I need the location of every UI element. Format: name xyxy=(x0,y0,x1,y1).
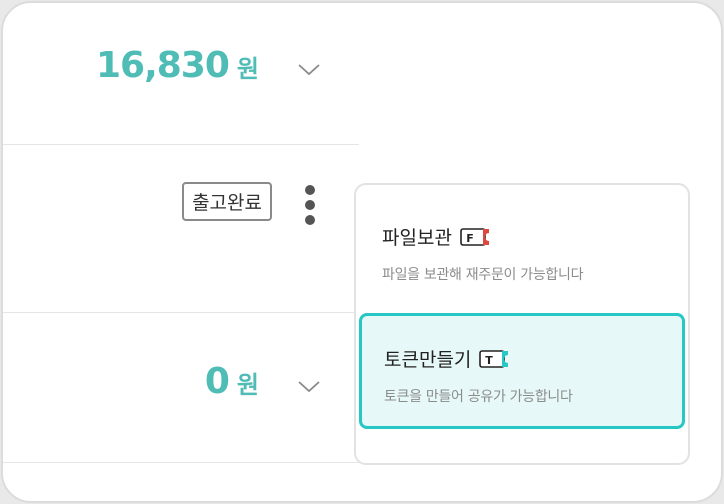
options-dropdown-menu: 파일보관 F 파일을 보관해 재주문이 가능합니다 토큰만들기 T 토큰을 만들… xyxy=(354,183,690,465)
menu-item-create-token[interactable]: 토큰만들기 T 토큰을 만들어 공유가 가능합니다 xyxy=(359,313,685,429)
menu-item-file-storage[interactable]: 파일보관 F 파일을 보관해 재주문이 가능합니다 xyxy=(356,185,688,311)
status-badge: 출고완료 xyxy=(182,182,272,221)
svg-text:F: F xyxy=(466,232,474,245)
price-display: 16,830 원 xyxy=(96,45,259,86)
menu-item-title: 토큰만들기 xyxy=(384,349,472,371)
menu-item-description: 토큰을 만들어 공유가 가능합니다 xyxy=(384,389,573,405)
price-amount: 16,830 xyxy=(95,45,230,86)
chevron-down-icon[interactable] xyxy=(297,380,321,394)
price-unit: 원 xyxy=(236,371,259,399)
more-options-icon[interactable] xyxy=(303,185,317,227)
file-ticket-icon: F xyxy=(460,227,489,246)
svg-text:T: T xyxy=(486,354,494,367)
menu-item-description: 파일을 보관해 재주문이 가능합니다 xyxy=(382,267,584,283)
price-row: 0 원 xyxy=(3,313,359,463)
menu-item-title: 파일보관 xyxy=(382,227,452,249)
price-unit: 원 xyxy=(236,55,259,83)
price-amount: 0 xyxy=(204,361,230,402)
token-ticket-icon: T xyxy=(479,349,509,368)
price-display: 0 원 xyxy=(205,361,259,402)
chevron-down-icon[interactable] xyxy=(297,63,321,77)
price-row: 16,830 원 xyxy=(3,3,359,145)
status-row: 출고완료 xyxy=(3,145,359,313)
